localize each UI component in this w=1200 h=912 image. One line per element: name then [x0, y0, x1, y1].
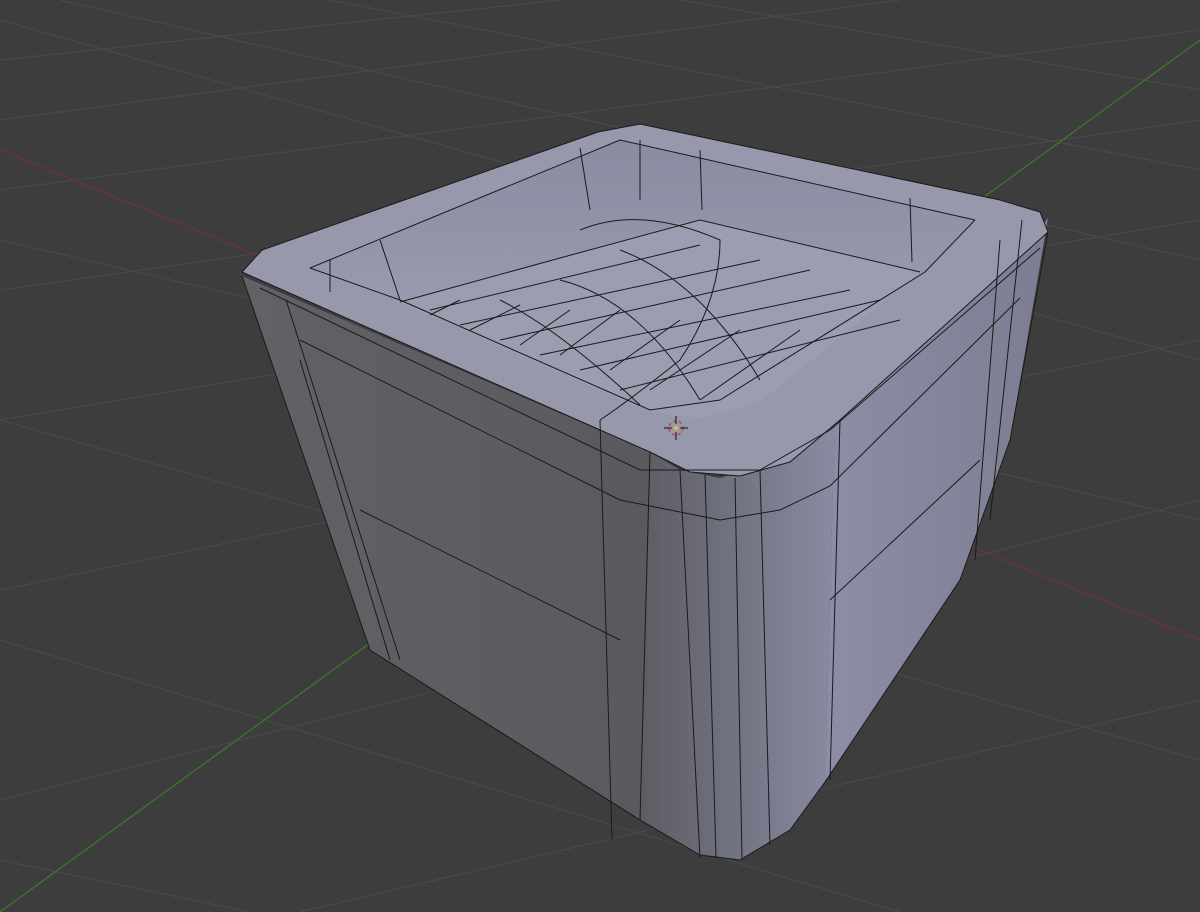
3d-viewport[interactable] [0, 0, 1200, 912]
viewport-canvas[interactable] [0, 0, 1200, 912]
